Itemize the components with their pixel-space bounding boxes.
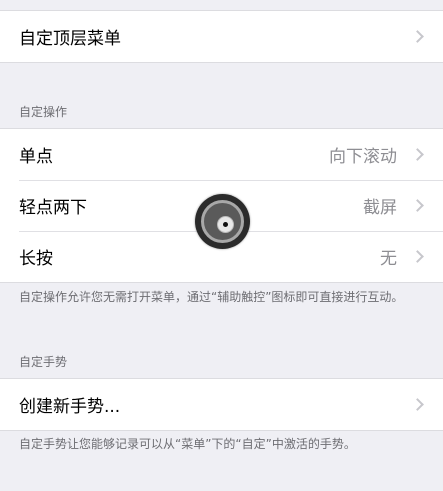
single-tap-value: 向下滚动	[329, 147, 397, 167]
chevron-right-icon	[411, 198, 424, 212]
customize-top-menu-row[interactable]: 自定顶层菜单	[0, 11, 443, 62]
long-press-label: 长按	[19, 249, 53, 269]
chevron-right-icon	[411, 29, 424, 43]
chevron-right-icon	[411, 249, 424, 263]
assistive-touch-button[interactable]	[195, 194, 250, 249]
customize-top-menu-label: 自定顶层菜单	[19, 29, 121, 49]
chevron-right-icon	[411, 397, 424, 411]
double-tap-value: 截屏	[363, 198, 397, 218]
single-tap-label: 单点	[19, 147, 53, 167]
create-new-gesture-row[interactable]: 创建新手势...	[0, 379, 443, 430]
assistive-touch-icon	[195, 194, 250, 249]
chevron-right-icon	[411, 147, 424, 161]
assistive-touch-center	[217, 216, 234, 233]
single-tap-row[interactable]: 单点 向下滚动	[0, 129, 443, 180]
custom-gestures-footer: 自定手势让您能够记录可以从“菜单”下的“自定”中激活的手势。	[19, 437, 356, 451]
custom-gestures-group: 创建新手势...	[0, 378, 443, 431]
assistive-touch-ring	[201, 200, 244, 243]
settings-page: 自定顶层菜单 自定操作 单点 向下滚动 轻点两下 截屏 长按 无 自定操作允许您…	[0, 0, 443, 491]
long-press-value: 无	[380, 249, 397, 269]
double-tap-label: 轻点两下	[19, 198, 87, 218]
custom-gestures-header: 自定手势	[19, 355, 68, 369]
custom-actions-footer: 自定操作允许您无需打开菜单，通过“辅助触控”图标即可直接进行互动。	[19, 290, 404, 304]
create-new-gesture-label: 创建新手势...	[19, 397, 121, 417]
top-menu-group: 自定顶层菜单	[0, 10, 443, 63]
assistive-touch-dot	[223, 222, 228, 227]
custom-actions-header: 自定操作	[19, 105, 68, 119]
